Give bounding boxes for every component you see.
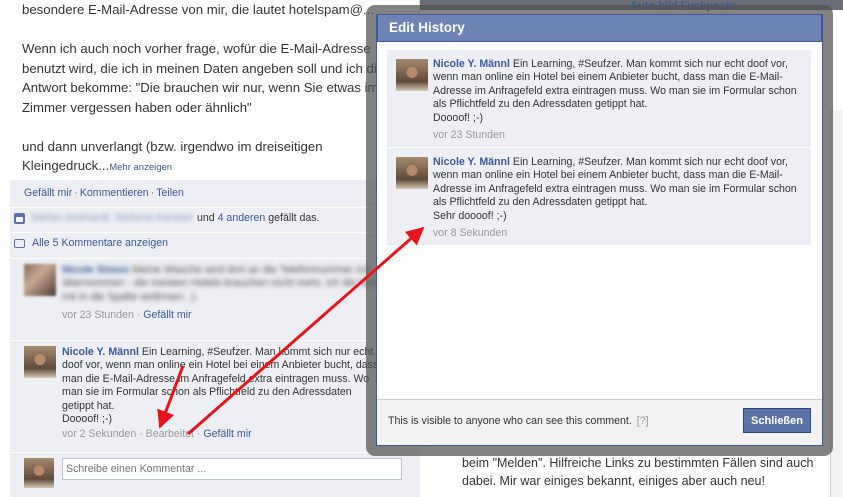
comment-text-end: Doooof! ;-) [62,413,113,426]
divider [10,207,420,208]
history-author[interactable]: Nicole Y. Männl [433,156,510,168]
edit-history-dialog: Edit History Nicole Y. Männl Ein Learnin… [376,14,823,446]
post-line: Kleingedruck...Mehr anzeigen [22,156,420,178]
avatar[interactable] [24,264,56,296]
comment-input[interactable] [62,458,402,480]
history-text-end: Sehr doooof! ;-) [433,209,507,222]
show-all-comments-label: Alle 5 Kommentare anzeigen [32,237,169,249]
post-line: Zimmer vergessen haben oder ähnlich" [22,99,252,115]
divider [10,232,420,233]
comment-link[interactable]: Kommentieren [80,187,149,199]
comments-icon [14,238,25,248]
post-line: und dann unverlangt (bzw. irgendwo im dr… [22,138,323,154]
post-line: benutzt wird, die ich in meinen Daten an… [22,60,385,76]
divider [10,258,420,259]
divider [10,452,420,453]
comment-like-link[interactable]: Gefällt mir [143,309,191,321]
comment-author[interactable]: Nicole Y. Männl [62,346,139,358]
liker-names-blurred: Stefan Gebhardt, Stefanie Kerstan [31,212,193,224]
post-actions-area: Gefällt mir · Kommentieren · Teilen Stefan G… [10,180,420,497]
history-text-end: Doooof! ;-) [433,111,484,124]
help-link[interactable]: [?] [637,415,649,427]
show-all-comments-link[interactable]: Alle 5 Kommentare anzeigen [14,237,168,249]
avatar[interactable] [396,59,428,91]
avatar[interactable] [24,346,56,378]
comment-like-link[interactable]: Gefällt mir [203,428,251,440]
history-entry: Nicole Y. Männl Ein Learning, #Seufzer. … [387,50,811,148]
history-time: vor 23 Stunden [433,129,505,142]
comment-time[interactable]: vor 23 Stunden [62,309,134,321]
show-more-link[interactable]: Mehr anzeigen [109,162,172,173]
background-text-line: dabei. Mir war einiges bekannt, einiges … [462,474,765,488]
background-text-line: beim "Melden". Hilfreiche Links zu besti… [462,456,814,470]
post-line-end: Kleingedruck... [22,158,110,173]
thumbs-up-icon [14,212,25,224]
history-time: vor 8 Sekunden [433,227,508,240]
edit-history-list: Nicole Y. Männl Ein Learning, #Seufzer. … [387,50,811,246]
like-link[interactable]: Gefällt mir [24,187,72,199]
avatar [24,458,54,488]
likes-suffix: gefällt das. [268,212,320,224]
likes-and: und [196,212,215,224]
visibility-note-text: This is visible to anyone who can see th… [388,415,632,427]
news-feed-post: besondere E-Mail-Adresse von mir, die la… [0,0,420,497]
post-text: besondere E-Mail-Adresse von mir, die la… [22,0,420,178]
background-text: beim "Melden". Hilfreiche Links zu besti… [462,454,842,490]
comment-author-blurred[interactable]: Nicole Simon [62,264,129,276]
post-line: Antwort bekomme: "Die brauchen wir nur, … [22,80,379,95]
avatar[interactable] [396,157,428,189]
likes-others-link[interactable]: 4 anderen [218,212,266,224]
post-line: Wenn ich auch noch vorher frage, wofür d… [22,41,371,56]
share-link[interactable]: Teilen [156,187,184,199]
history-author[interactable]: Nicole Y. Männl [433,58,510,70]
post-line: besondere E-Mail-Adresse von mir, die la… [22,2,375,17]
write-comment-row [24,458,420,494]
dialog-footer: This is visible to anyone who can see th… [377,399,822,445]
dialog-title: Edit History [377,15,822,42]
visibility-note: This is visible to anyone who can see th… [388,415,649,427]
history-entry: Nicole Y. Männl Ein Learning, #Seufzer. … [387,148,811,246]
edited-link[interactable]: Bearbeitet [146,428,194,440]
comment-time[interactable]: vor 2 Sekunden [62,428,136,440]
divider [10,340,420,341]
post-action-links: Gefällt mir · Kommentieren · Teilen [24,187,184,199]
likes-summary: Stefan Gebhardt, Stefanie Kerstan und 4 … [14,212,320,224]
close-button[interactable]: Schließen [743,408,811,433]
